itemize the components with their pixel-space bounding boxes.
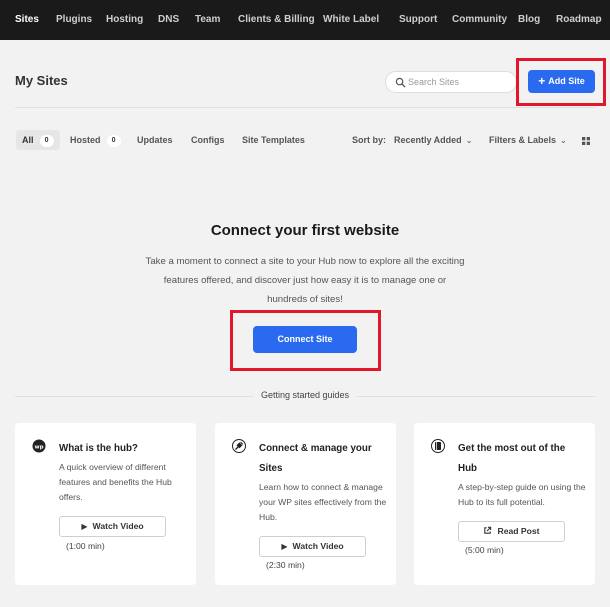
tab-updates[interactable]: Updates xyxy=(137,130,173,150)
guide-card-connect-manage: Connect & manage your Sites Learn how to… xyxy=(215,423,396,585)
tab-all[interactable]: All 0 xyxy=(16,130,60,150)
book-icon xyxy=(431,439,445,453)
guide-card-what-is-hub: wp What is the hub? A quick overview of … xyxy=(15,423,196,585)
nav-item-support[interactable]: Support xyxy=(399,0,437,40)
watch-video-label: Watch Video xyxy=(292,541,344,551)
guide-card-description: Learn how to connect & manage your WP si… xyxy=(259,482,387,522)
nav-item-white-label[interactable]: White Label xyxy=(323,0,379,40)
nav-item-community[interactable]: Community xyxy=(452,0,507,40)
plug-icon xyxy=(232,439,246,453)
search-box[interactable] xyxy=(385,71,517,93)
guide-card-title: Get the most out of the Hub xyxy=(458,443,566,474)
sort-value: Recently Added xyxy=(394,135,462,145)
filters-labels-label: Filters & Labels xyxy=(489,135,557,145)
watch-video-button[interactable]: ▶ Watch Video xyxy=(259,536,366,557)
tab-hosted-count: 0 xyxy=(106,135,121,147)
tab-configs[interactable]: Configs xyxy=(191,130,225,150)
tab-all-count: 0 xyxy=(39,135,54,147)
nav-item-dns[interactable]: DNS xyxy=(158,0,179,40)
guides-label: Getting started guides xyxy=(260,390,350,400)
tab-all-label: All xyxy=(22,135,34,145)
guide-card-get-most-out: Get the most out of the Hub A step-by-st… xyxy=(414,423,595,585)
play-icon: ▶ xyxy=(281,542,288,551)
guide-duration: (5:00 min) xyxy=(465,545,504,555)
svg-text:wp: wp xyxy=(34,444,43,450)
connect-site-button[interactable]: Connect Site xyxy=(253,326,357,353)
tab-site-templates[interactable]: Site Templates xyxy=(242,130,305,150)
tab-hosted-label: Hosted xyxy=(70,135,101,145)
guide-duration: (1:00 min) xyxy=(66,541,105,551)
nav-item-blog[interactable]: Blog xyxy=(518,0,540,40)
read-post-label: Read Post xyxy=(497,526,540,536)
filters-labels-dropdown[interactable]: Filters & Labels ⌄ xyxy=(489,130,567,151)
external-link-icon xyxy=(484,526,492,534)
search-input[interactable] xyxy=(408,74,512,90)
watch-video-label: Watch Video xyxy=(92,521,144,531)
watch-video-button[interactable]: ▶ Watch Video xyxy=(59,516,166,537)
guide-card-description: A quick overview of different features a… xyxy=(59,462,172,502)
add-site-button[interactable]: + Add Site xyxy=(528,70,595,93)
page-title: My Sites xyxy=(15,73,68,88)
nav-item-team[interactable]: Team xyxy=(195,0,220,40)
guide-card-title: What is the hub? xyxy=(59,443,138,454)
top-nav: Sites Plugins Hosting DNS Team Clients &… xyxy=(0,0,610,40)
play-icon: ▶ xyxy=(81,522,88,531)
chevron-down-icon: ⌄ xyxy=(560,136,567,145)
hub-logo-icon: wp xyxy=(32,439,46,453)
nav-item-sites[interactable]: Sites xyxy=(15,0,39,40)
nav-item-plugins[interactable]: Plugins xyxy=(56,0,92,40)
grid-view-icon[interactable] xyxy=(582,137,590,145)
nav-item-hosting[interactable]: Hosting xyxy=(106,0,143,40)
search-icon xyxy=(395,77,406,88)
guide-duration: (2:30 min) xyxy=(266,560,305,570)
guide-card-description: A step-by-step guide on using the Hub to… xyxy=(458,482,586,507)
read-post-button[interactable]: Read Post xyxy=(458,521,565,542)
sort-dropdown[interactable]: Recently Added ⌄ xyxy=(394,130,472,151)
empty-state-title: Connect your first website xyxy=(210,222,400,239)
empty-state-description: Take a moment to connect a site to your … xyxy=(145,256,465,305)
guide-card-title: Connect & manage your Sites xyxy=(259,443,372,474)
add-site-label: Add Site xyxy=(548,76,585,86)
chevron-down-icon: ⌄ xyxy=(465,136,473,145)
header-divider xyxy=(15,107,595,108)
nav-item-roadmap[interactable]: Roadmap xyxy=(556,0,602,40)
nav-item-clients-billing[interactable]: Clients & Billing xyxy=(238,0,315,40)
sort-by-label: Sort by: xyxy=(352,135,387,145)
plus-icon: + xyxy=(538,74,546,88)
tab-hosted[interactable]: Hosted 0 xyxy=(70,130,121,150)
